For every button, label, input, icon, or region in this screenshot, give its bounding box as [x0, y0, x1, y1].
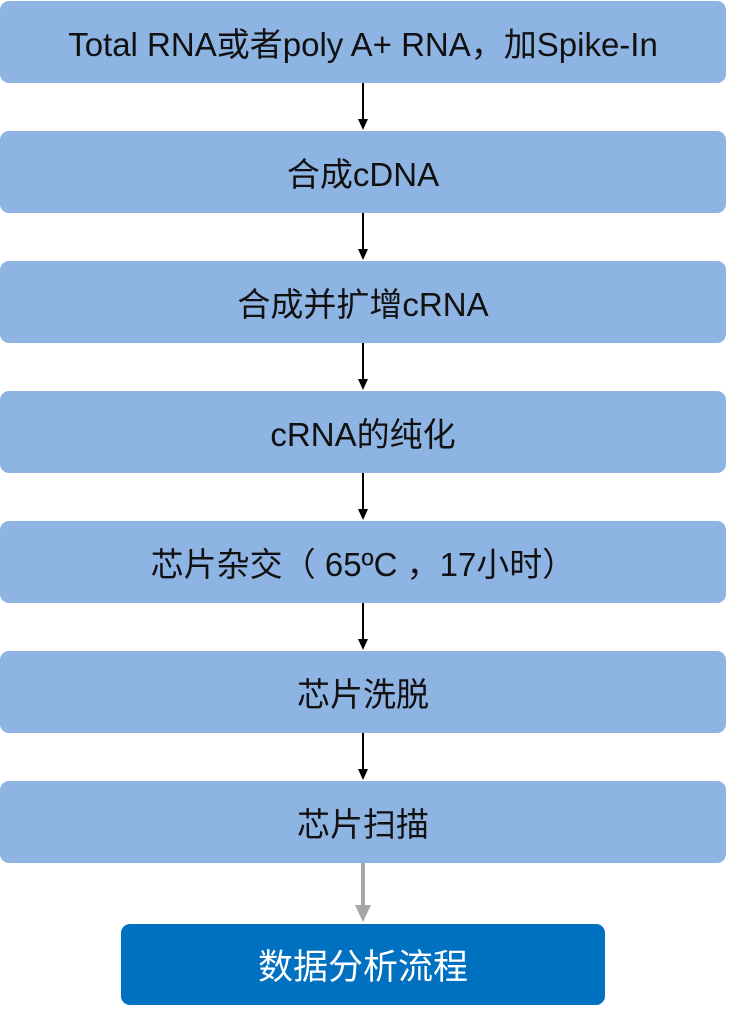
step-amplify-crna: 合成并扩增cRNA [0, 261, 726, 343]
step-data-analysis: 数据分析流程 [121, 924, 605, 1005]
step-synthesize-cdna-label: 合成cDNA [286, 156, 440, 193]
arrow-down-icon [358, 343, 368, 390]
step-hybridization-label: 芯片杂交（ 65ºC ，17小时） [150, 546, 576, 583]
step-scan-label: 芯片扫描 [297, 806, 429, 843]
arrow-down-icon [358, 733, 368, 780]
step-synthesize-cdna: 合成cDNA [0, 131, 726, 213]
step-hybridization: 芯片杂交（ 65ºC ，17小时） [0, 521, 726, 603]
step-amplify-crna-label: 合成并扩增cRNA [237, 286, 489, 323]
step-rna-input: Total RNA或者poly A+ RNA，加Spike-In [0, 1, 726, 83]
arrow-down-icon [358, 213, 368, 260]
step-purify-crna: cRNA的纯化 [0, 391, 726, 473]
step-data-analysis-label: 数据分析流程 [257, 948, 468, 987]
arrow-down-icon [358, 603, 368, 650]
arrow-down-icon [355, 863, 371, 922]
step-rna-input-label: Total RNA或者poly A+ RNA，加Spike-In [68, 26, 658, 63]
arrow-down-icon [358, 473, 368, 520]
step-wash: 芯片洗脱 [0, 651, 726, 733]
step-wash-label: 芯片洗脱 [297, 676, 429, 713]
step-purify-crna-label: cRNA的纯化 [270, 416, 456, 453]
arrow-down-icon [358, 83, 368, 130]
step-scan: 芯片扫描 [0, 781, 726, 863]
